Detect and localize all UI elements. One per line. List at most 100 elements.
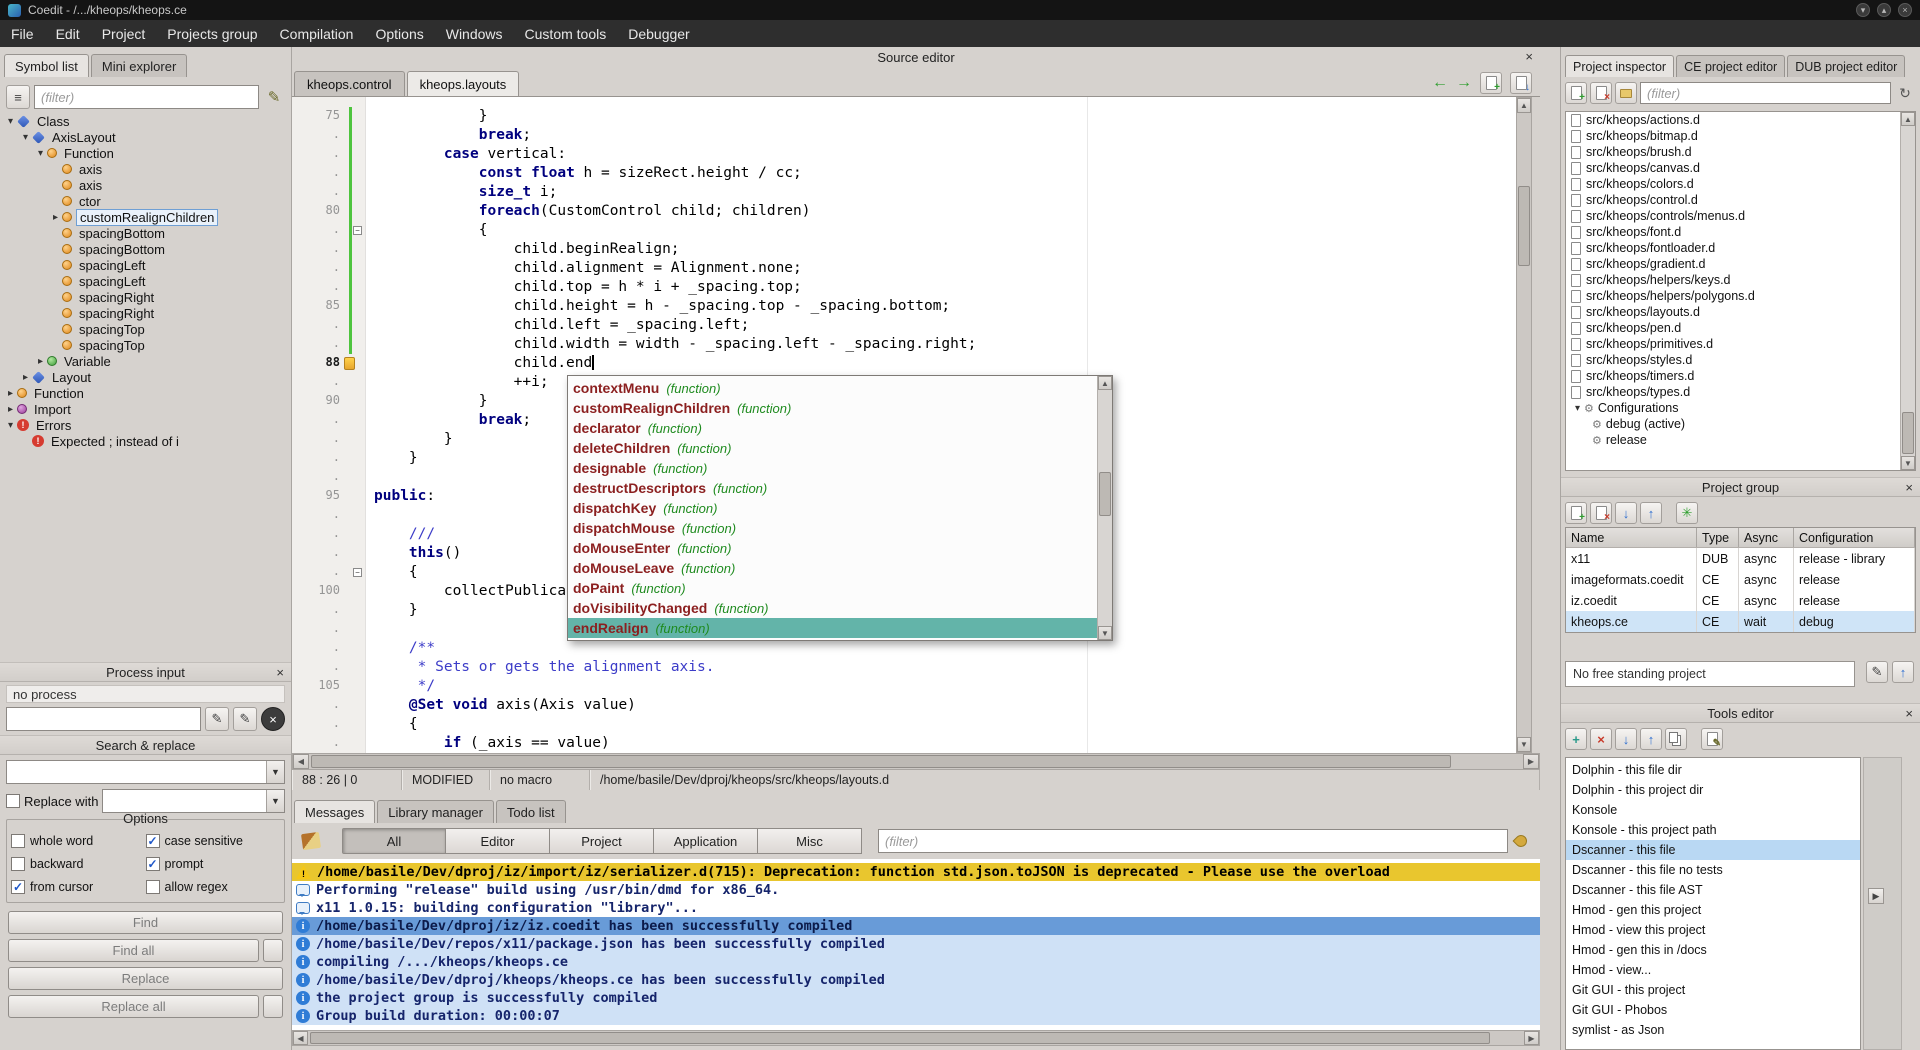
project-source-item[interactable]: src/kheops/bitmap.d xyxy=(1566,128,1915,144)
symbol-tree-item[interactable]: ▸customRealignChildren xyxy=(2,209,289,225)
scroll-down-icon[interactable]: ▼ xyxy=(1517,737,1531,752)
symbol-tree-item[interactable]: spacingLeft xyxy=(2,257,289,273)
project-source-item[interactable]: src/kheops/styles.d xyxy=(1566,352,1915,368)
symbol-options-icon[interactable]: ≡ xyxy=(6,85,30,109)
scroll-thumb[interactable] xyxy=(311,755,1451,768)
code-line[interactable]: . if (_axis == value) xyxy=(292,734,1516,753)
edit-tool-icon[interactable]: ✎ xyxy=(1701,728,1723,750)
tree-expander-icon[interactable]: ▾ xyxy=(4,116,17,127)
code-line[interactable]: . const float h = sizeRect.height / cc; xyxy=(292,164,1516,183)
scroll-thumb[interactable] xyxy=(310,1032,1490,1044)
tab-library-manager[interactable]: Library manager xyxy=(377,800,494,823)
symbol-tree-item[interactable]: spacingRight xyxy=(2,305,289,321)
column-header-configuration[interactable]: Configuration xyxy=(1794,528,1915,547)
editor-vertical-scrollbar[interactable]: ▲ ▼ xyxy=(1516,97,1532,753)
completion-item[interactable]: doMouseLeave(function) xyxy=(568,558,1097,578)
replace-all-button[interactable]: Replace all xyxy=(8,995,259,1018)
messages-filter-input[interactable] xyxy=(878,829,1508,853)
tool-item[interactable]: Git GUI - Phobos xyxy=(1566,1000,1860,1020)
tool-item[interactable]: Konsole xyxy=(1566,800,1860,820)
project-source-item[interactable]: src/kheops/actions.d xyxy=(1566,112,1915,128)
scroll-thumb[interactable] xyxy=(1099,472,1111,516)
fold-marker[interactable]: − xyxy=(353,226,362,235)
symbol-tree-item[interactable]: spacingRight xyxy=(2,289,289,305)
find-all-button[interactable]: Find all xyxy=(8,939,259,962)
remove-source-icon[interactable]: × xyxy=(1590,82,1612,104)
new-source-icon[interactable]: + xyxy=(1480,72,1502,94)
completion-item[interactable]: customRealignChildren(function) xyxy=(568,398,1097,418)
remove-tool-icon[interactable]: × xyxy=(1590,728,1612,750)
project-source-item[interactable]: src/kheops/helpers/polygons.d xyxy=(1566,288,1915,304)
search-term-combo[interactable]: ▼ xyxy=(6,760,285,784)
symbol-tree-item[interactable]: spacingLeft xyxy=(2,273,289,289)
files-scrollbar[interactable]: ▲ ▼ xyxy=(1900,112,1915,470)
messages-horizontal-scrollbar[interactable]: ◀ ▶ xyxy=(292,1030,1540,1046)
code-line[interactable]: . child.left = _spacing.left; xyxy=(292,316,1516,335)
symbol-tree-item[interactable]: ctor xyxy=(2,193,289,209)
move-tool-up-icon[interactable]: ↑ xyxy=(1640,728,1662,750)
checkbox-icon[interactable] xyxy=(11,834,25,848)
scroll-thumb[interactable] xyxy=(1518,186,1530,266)
message-row[interactable]: Performing "release" build using /usr/bi… xyxy=(292,881,1540,899)
process-input-field[interactable] xyxy=(6,707,201,731)
filter-misc-button[interactable]: Misc xyxy=(758,828,862,854)
menu-item-compilation[interactable]: Compilation xyxy=(269,20,365,47)
tool-item[interactable]: Dscanner - this file AST xyxy=(1566,880,1860,900)
project-source-item[interactable]: src/kheops/control.d xyxy=(1566,192,1915,208)
expand-tool-detail-icon[interactable]: ▶ xyxy=(1868,888,1884,904)
replace-with-checkbox[interactable] xyxy=(6,794,20,808)
find-button[interactable]: Find xyxy=(8,911,283,934)
configuration-item[interactable]: ⚙debug (active) xyxy=(1566,416,1915,432)
tree-expander-icon[interactable]: ▸ xyxy=(4,388,17,399)
refresh-icon[interactable]: ↻ xyxy=(1894,82,1916,104)
checkbox-icon[interactable] xyxy=(11,857,25,871)
project-source-item[interactable]: src/kheops/types.d xyxy=(1566,384,1915,400)
code-line[interactable]: 75 } xyxy=(292,107,1516,126)
project-source-item[interactable]: src/kheops/layouts.d xyxy=(1566,304,1915,320)
symbol-tree-item[interactable]: ▸Function xyxy=(2,385,289,401)
message-row[interactable]: i/home/basile/Dev/dproj/iz/iz.coedit has… xyxy=(292,917,1540,935)
column-header-async[interactable]: Async xyxy=(1739,528,1794,547)
edit-project-icon[interactable]: ✎ xyxy=(1866,661,1888,683)
find-all-extra-button[interactable] xyxy=(263,939,283,962)
symbol-filter-input[interactable] xyxy=(34,85,259,109)
scroll-up-icon[interactable]: ▲ xyxy=(1098,376,1112,390)
tree-expander-icon[interactable]: ▸ xyxy=(49,212,62,223)
message-row[interactable]: i/home/basile/Dev/repos/x11/package.json… xyxy=(292,935,1540,953)
code-line[interactable]: . child.alignment = Alignment.none; xyxy=(292,259,1516,278)
pen-icon[interactable]: ✎ xyxy=(263,86,285,108)
scroll-right-icon[interactable]: ▶ xyxy=(1523,754,1539,769)
move-up-icon[interactable]: ↑ xyxy=(1640,502,1662,524)
search-option[interactable]: ✓case sensitive xyxy=(146,834,281,848)
tree-expander-icon[interactable]: ▸ xyxy=(19,372,32,383)
search-option[interactable]: backward xyxy=(11,857,146,871)
menu-item-edit[interactable]: Edit xyxy=(45,20,91,47)
project-source-item[interactable]: src/kheops/controls/menus.d xyxy=(1566,208,1915,224)
code-line[interactable]: . break; xyxy=(292,126,1516,145)
code-line[interactable]: . child.beginRealign; xyxy=(292,240,1516,259)
pin-icon[interactable] xyxy=(1510,830,1532,852)
tree-expander-icon[interactable]: ▾ xyxy=(1571,403,1584,414)
project-source-item[interactable]: src/kheops/helpers/keys.d xyxy=(1566,272,1915,288)
search-option[interactable]: allow regex xyxy=(146,880,281,894)
symbol-tree-item[interactable]: ▸Layout xyxy=(2,369,289,385)
scroll-down-icon[interactable]: ▼ xyxy=(1098,626,1112,640)
code-line[interactable]: . child.width = width - _spacing.left - … xyxy=(292,335,1516,354)
completion-item[interactable]: deleteChildren(function) xyxy=(568,438,1097,458)
close-icon[interactable]: × xyxy=(1525,49,1533,64)
message-row[interactable]: iGroup build duration: 00:00:07 xyxy=(292,1007,1540,1025)
code-line[interactable]: . /** xyxy=(292,639,1516,658)
filter-editor-button[interactable]: Editor xyxy=(446,828,550,854)
editor-horizontal-scrollbar[interactable]: ◀ ▶ xyxy=(292,753,1540,770)
shade-button[interactable]: ▾ xyxy=(1856,3,1870,17)
project-source-item[interactable]: src/kheops/timers.d xyxy=(1566,368,1915,384)
message-row[interactable]: x11 1.0.15: building configuration "libr… xyxy=(292,899,1540,917)
tab-dub-project-editor[interactable]: DUB project editor xyxy=(1787,55,1905,77)
move-down-icon[interactable]: ↓ xyxy=(1615,502,1637,524)
previous-source-icon[interactable]: ← xyxy=(1432,75,1448,91)
clone-tool-icon[interactable] xyxy=(1665,728,1687,750)
symbol-tree-item[interactable]: ▸Variable xyxy=(2,353,289,369)
code-line[interactable]: . size_t i; xyxy=(292,183,1516,202)
completion-item[interactable]: dispatchKey(function) xyxy=(568,498,1097,518)
tool-item[interactable]: Hmod - view this project xyxy=(1566,920,1860,940)
